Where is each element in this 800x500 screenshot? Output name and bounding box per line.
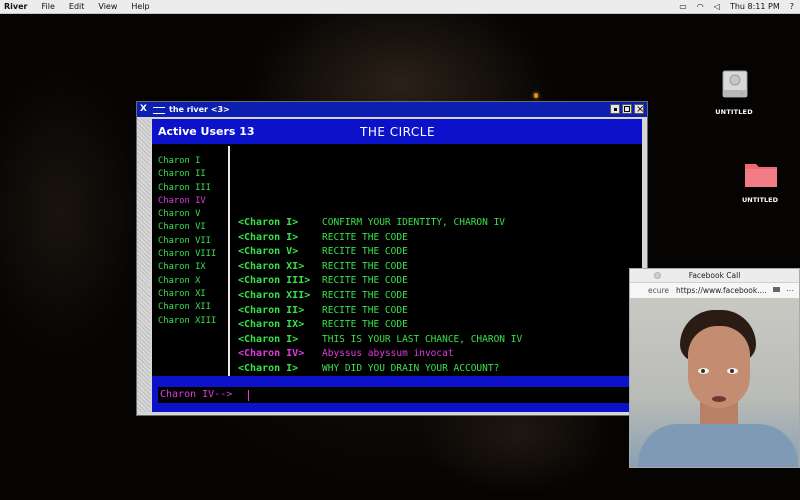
message-text: RECITE THE CODE — [322, 246, 408, 258]
message-text: RECITE THE CODE — [322, 319, 408, 331]
user-item[interactable]: Charon XI — [158, 288, 216, 301]
person-mouth — [712, 396, 726, 402]
message-nick: <Charon XI> — [238, 260, 305, 272]
folder-icon[interactable] — [744, 160, 778, 188]
menubar: River File Edit View Help ▭ ◠ ◁ Thu 8:11… — [0, 0, 800, 14]
chat-message: <Charon I> WHY DID YOU DRAIN YOUR ACCOUNT… — [238, 362, 522, 377]
help-icon[interactable]: ? — [790, 0, 794, 13]
close-button[interactable] — [634, 102, 644, 117]
secure-label: ecure — [648, 286, 670, 295]
message-text: RECITE THE CODE — [322, 231, 408, 243]
person-eye — [727, 368, 738, 374]
status-bar — [152, 376, 642, 387]
hard-disk-icon[interactable] — [719, 68, 751, 100]
input-bar: Charon IV--> — [152, 387, 642, 412]
message-nick: <Charon IX> — [238, 319, 305, 331]
person-eye — [698, 368, 709, 374]
user-item[interactable]: Charon XIII — [158, 315, 216, 328]
chat-message: <Charon III> RECITE THE CODE — [238, 274, 522, 289]
chat-message: <Charon I> THIS IS YOUR LAST CHANCE, CHAR… — [238, 333, 522, 348]
close-icon[interactable] — [654, 272, 661, 279]
message-nick: <Charon XII> — [238, 289, 311, 301]
message-text: RECITE THE CODE — [322, 304, 408, 316]
chat-message: <Charon I> CONFIRM YOUR IDENTITY, CHARON … — [238, 216, 522, 231]
prompt-label: Charon IV--> — [160, 389, 233, 400]
user-item[interactable]: Charon XII — [158, 301, 216, 314]
message-text: THIS IS YOUR LAST CHANCE, CHARON IV — [322, 333, 523, 345]
grip-icon — [153, 107, 165, 114]
message-text: RECITE THE CODE — [322, 289, 408, 301]
message-text: Abyssus abyssum invocat — [322, 348, 454, 360]
chat-message: <Charon I> RECITE THE CODE — [238, 231, 522, 246]
menu-app-name[interactable]: River — [4, 0, 28, 13]
url-bar[interactable]: ecure https://www.facebook.... ⋯ — [630, 282, 799, 299]
active-users-count: Active Users 13 — [158, 125, 255, 138]
message-nick: <Charon II> — [238, 304, 305, 316]
chat-message-self: <Charon IV> Abyssus abyssum invocat — [238, 347, 522, 362]
x-logo-icon: X — [140, 104, 147, 114]
channel-title: THE CIRCLE — [360, 125, 436, 139]
user-item[interactable]: Charon III — [158, 182, 216, 195]
text-cursor — [248, 390, 249, 401]
message-text: RECITE THE CODE — [322, 260, 408, 272]
chat-message: <Charon IX> RECITE THE CODE — [238, 318, 522, 333]
terminal-area: Active Users 13 THE CIRCLE Charon I Char… — [152, 119, 642, 412]
message-text: RECITE THE CODE — [322, 275, 408, 287]
user-item[interactable]: Charon VI — [158, 221, 216, 234]
message-text: CONFIRM YOUR IDENTITY, CHARON IV — [322, 217, 506, 228]
facebook-call-titlebar[interactable]: Facebook Call — [630, 269, 799, 282]
user-item[interactable]: Charon VII — [158, 235, 216, 248]
user-item[interactable]: Charon V — [158, 208, 216, 221]
message-nick: <Charon I> — [238, 333, 299, 345]
message-nick: <Charon III> — [238, 275, 311, 287]
chat-message: <Charon XII> RECITE THE CODE — [238, 289, 522, 304]
channel-header: Active Users 13 THE CIRCLE — [152, 119, 642, 144]
menu-edit[interactable]: Edit — [69, 0, 85, 13]
chat-message: <Charon XI> RECITE THE CODE — [238, 260, 522, 275]
window-titlebar[interactable]: X the river <3> — [137, 102, 647, 117]
facebook-call-title: Facebook Call — [688, 271, 741, 280]
user-item[interactable]: Charon II — [158, 168, 216, 181]
person-shirt — [638, 424, 798, 467]
chat-message: <Charon V> RECITE THE CODE — [238, 245, 522, 260]
facebook-call-window: Facebook Call ecure https://www.facebook… — [629, 268, 800, 468]
message-nick: <Charon IV> — [238, 348, 305, 360]
volume-icon[interactable]: ◁ — [714, 0, 720, 13]
message-nick: <Charon I> — [238, 217, 299, 228]
user-list: Charon I Charon II Charon III Charon IV … — [158, 155, 216, 328]
chat-message: <Charon II> RECITE THE CODE — [238, 304, 522, 319]
user-item[interactable]: Charon VIII — [158, 248, 216, 261]
user-item[interactable]: Charon X — [158, 275, 216, 288]
maximize-button[interactable] — [622, 104, 632, 114]
pane-divider — [228, 146, 230, 376]
river-window: X the river <3> Active Users 13 THE CIRC… — [136, 101, 648, 416]
wifi-icon[interactable]: ◠ — [697, 0, 704, 13]
user-item[interactable]: Charon I — [158, 155, 216, 168]
folder-label[interactable]: UNTITLED — [726, 196, 794, 204]
display-icon[interactable]: ▭ — [679, 0, 687, 13]
menu-help[interactable]: Help — [131, 0, 149, 13]
chat-input[interactable]: Charon IV--> — [158, 387, 642, 403]
message-text: WHY DID YOU DRAIN YOUR ACCOUNT? — [322, 362, 500, 374]
url-text[interactable]: https://www.facebook.... — [676, 283, 767, 298]
message-nick: <Charon I> — [238, 231, 299, 243]
user-item-current[interactable]: Charon IV — [158, 195, 216, 208]
menu-view[interactable]: View — [98, 0, 117, 13]
minimize-button[interactable] — [610, 104, 620, 114]
ember-light — [534, 93, 538, 98]
disk-label[interactable]: UNTITLED — [700, 108, 768, 116]
camera-icon[interactable] — [773, 287, 780, 292]
menubar-clock[interactable]: Thu 8:11 PM — [730, 0, 780, 13]
more-icon[interactable]: ⋯ — [786, 283, 794, 298]
window-title: the river <3> — [169, 105, 230, 114]
scrollbar[interactable] — [137, 119, 150, 412]
menu-file[interactable]: File — [42, 0, 55, 13]
user-item[interactable]: Charon IX — [158, 261, 216, 274]
chat-log: <Charon I> CONFIRM YOUR IDENTITY, CHARON … — [238, 216, 522, 377]
message-nick: <Charon I> — [238, 362, 299, 374]
video-feed — [630, 298, 799, 467]
message-nick: <Charon V> — [238, 246, 299, 258]
